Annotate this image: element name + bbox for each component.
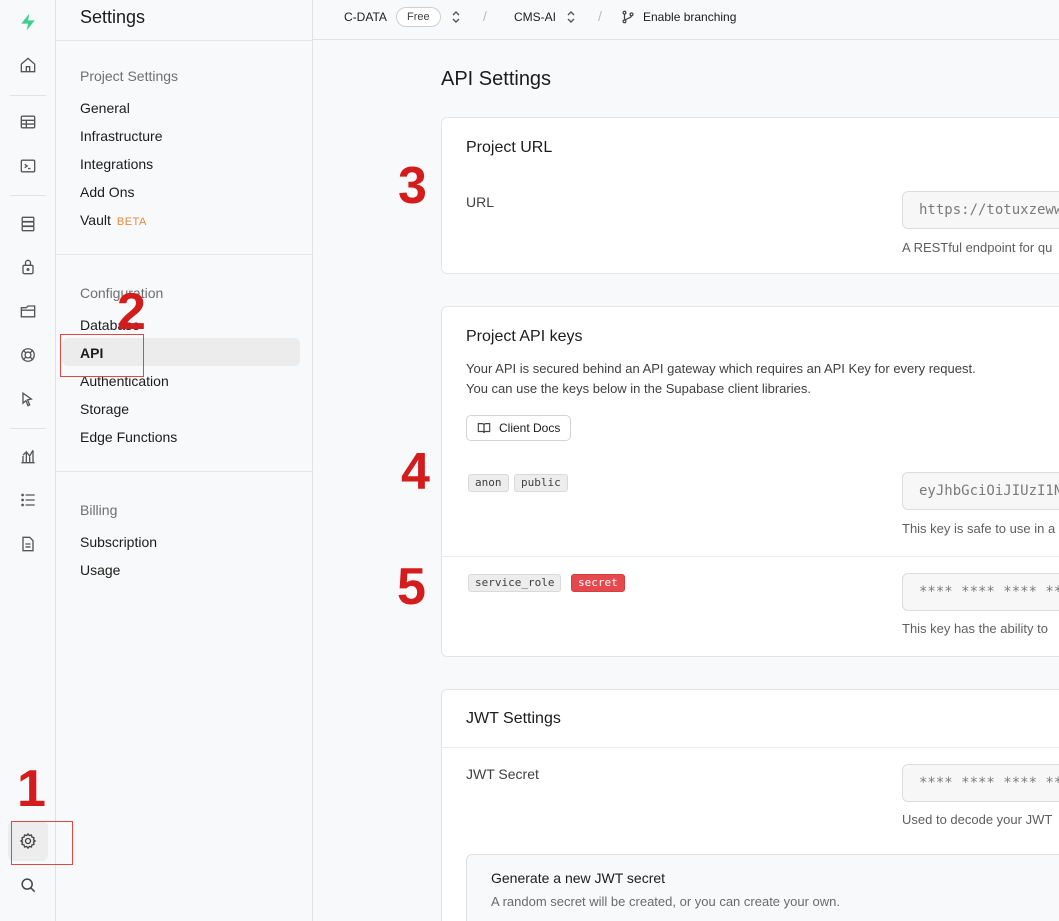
annotation-marker-2: 2 — [117, 283, 146, 341]
page-title: API Settings — [441, 68, 552, 90]
generate-jwt-title: Generate a new JWT secret — [491, 870, 666, 886]
storage-icon[interactable] — [8, 291, 48, 331]
project-url-card: Project URL URL https://totuxzeww A REST… — [441, 117, 1059, 274]
jwt-secret-label: JWT Secret — [466, 766, 539, 782]
annotation-box-settings — [11, 821, 73, 865]
table-editor-icon[interactable] — [8, 102, 48, 142]
project-name[interactable]: CMS-AI — [514, 10, 556, 24]
edge-functions-icon[interactable] — [8, 379, 48, 419]
menu-title: Settings — [80, 7, 146, 27]
org-name[interactable]: C-DATA — [344, 10, 387, 24]
jwt-secret-field[interactable]: **** **** **** ** — [902, 764, 1059, 802]
auth-lock-icon[interactable] — [8, 247, 48, 287]
logs-icon[interactable] — [8, 480, 48, 520]
annotation-marker-5: 5 — [397, 558, 426, 616]
project-url-title: Project URL — [466, 139, 553, 156]
section-project-settings: Project Settings — [80, 68, 179, 84]
breadcrumb-separator: / — [483, 8, 487, 24]
menu-item-usage[interactable]: Usage — [80, 562, 120, 578]
section-billing: Billing — [80, 502, 118, 518]
url-label: URL — [466, 194, 495, 210]
book-icon — [477, 423, 491, 433]
plan-badge: Free — [396, 7, 441, 27]
org-switcher-chevron-icon[interactable] — [451, 10, 461, 29]
sql-editor-icon[interactable] — [8, 146, 48, 186]
branching-label: Enable branching — [643, 10, 737, 24]
anon-key-field[interactable]: eyJhbGciOiJIUzI1N — [902, 472, 1059, 510]
url-field[interactable]: https://totuxzeww — [902, 191, 1059, 229]
service-role-key-field[interactable]: **** **** **** ** — [902, 573, 1059, 611]
menu-item-infrastructure[interactable]: Infrastructure — [80, 128, 162, 144]
service-role-key-help: This key has the ability to — [902, 621, 1048, 636]
annotation-box-api — [60, 334, 144, 377]
jwt-title: JWT Settings — [466, 710, 561, 727]
client-docs-button[interactable]: Client Docs — [466, 415, 572, 441]
generate-jwt-box: Generate a new JWT secret A random secre… — [466, 854, 1059, 921]
jwt-settings-card: JWT Settings JWT Secret **** **** **** *… — [441, 689, 1059, 921]
supabase-logo-icon[interactable] — [8, 2, 48, 42]
database-icon[interactable] — [8, 204, 48, 244]
anon-key-help: This key is safe to use in a — [902, 521, 1056, 536]
project-switcher-chevron-icon[interactable] — [566, 10, 576, 29]
breadcrumb-separator: / — [598, 8, 602, 24]
menu-item-add-ons[interactable]: Add Ons — [80, 184, 134, 200]
api-keys-title: Project API keys — [466, 328, 583, 345]
menu-item-subscription[interactable]: Subscription — [80, 534, 157, 550]
enable-branching-button[interactable]: Enable branching — [621, 10, 736, 24]
anon-tag: anon — [468, 474, 509, 492]
vault-label: Vault — [80, 212, 111, 228]
service-role-tag: service_role — [468, 574, 562, 592]
settings-menu: Settings Project Settings General Infras… — [56, 0, 313, 921]
git-branch-icon — [622, 10, 634, 24]
top-bar: C-DATA Free / CMS-AI / Enable branching — [313, 0, 1059, 40]
reports-icon[interactable] — [8, 436, 48, 476]
annotation-marker-4: 4 — [401, 443, 430, 501]
client-docs-label: Client Docs — [499, 421, 561, 435]
home-icon[interactable] — [8, 45, 48, 85]
menu-item-edge-functions[interactable]: Edge Functions — [80, 429, 177, 445]
secret-tag: secret — [571, 574, 625, 592]
api-keys-desc-1: Your API is secured behind an API gatewa… — [466, 361, 976, 376]
api-keys-desc-2: You can use the keys below in the Supaba… — [466, 381, 811, 396]
realtime-icon[interactable] — [8, 335, 48, 375]
generate-jwt-desc: A random secret will be created, or you … — [491, 894, 841, 909]
url-help: A RESTful endpoint for qu — [902, 240, 1053, 255]
annotation-marker-3: 3 — [398, 157, 427, 215]
annotation-marker-1: 1 — [17, 760, 46, 818]
menu-item-general[interactable]: General — [80, 100, 130, 116]
project-api-keys-card: Project API keys Your API is secured beh… — [441, 306, 1059, 657]
search-icon[interactable] — [8, 865, 48, 905]
menu-item-integrations[interactable]: Integrations — [80, 156, 153, 172]
public-tag: public — [514, 474, 568, 492]
menu-item-storage[interactable]: Storage — [80, 401, 129, 417]
jwt-secret-help: Used to decode your JWT — [902, 812, 1053, 827]
menu-item-vault[interactable]: Vault BETA — [80, 212, 147, 228]
docs-icon[interactable] — [8, 524, 48, 564]
beta-badge: BETA — [116, 216, 147, 228]
